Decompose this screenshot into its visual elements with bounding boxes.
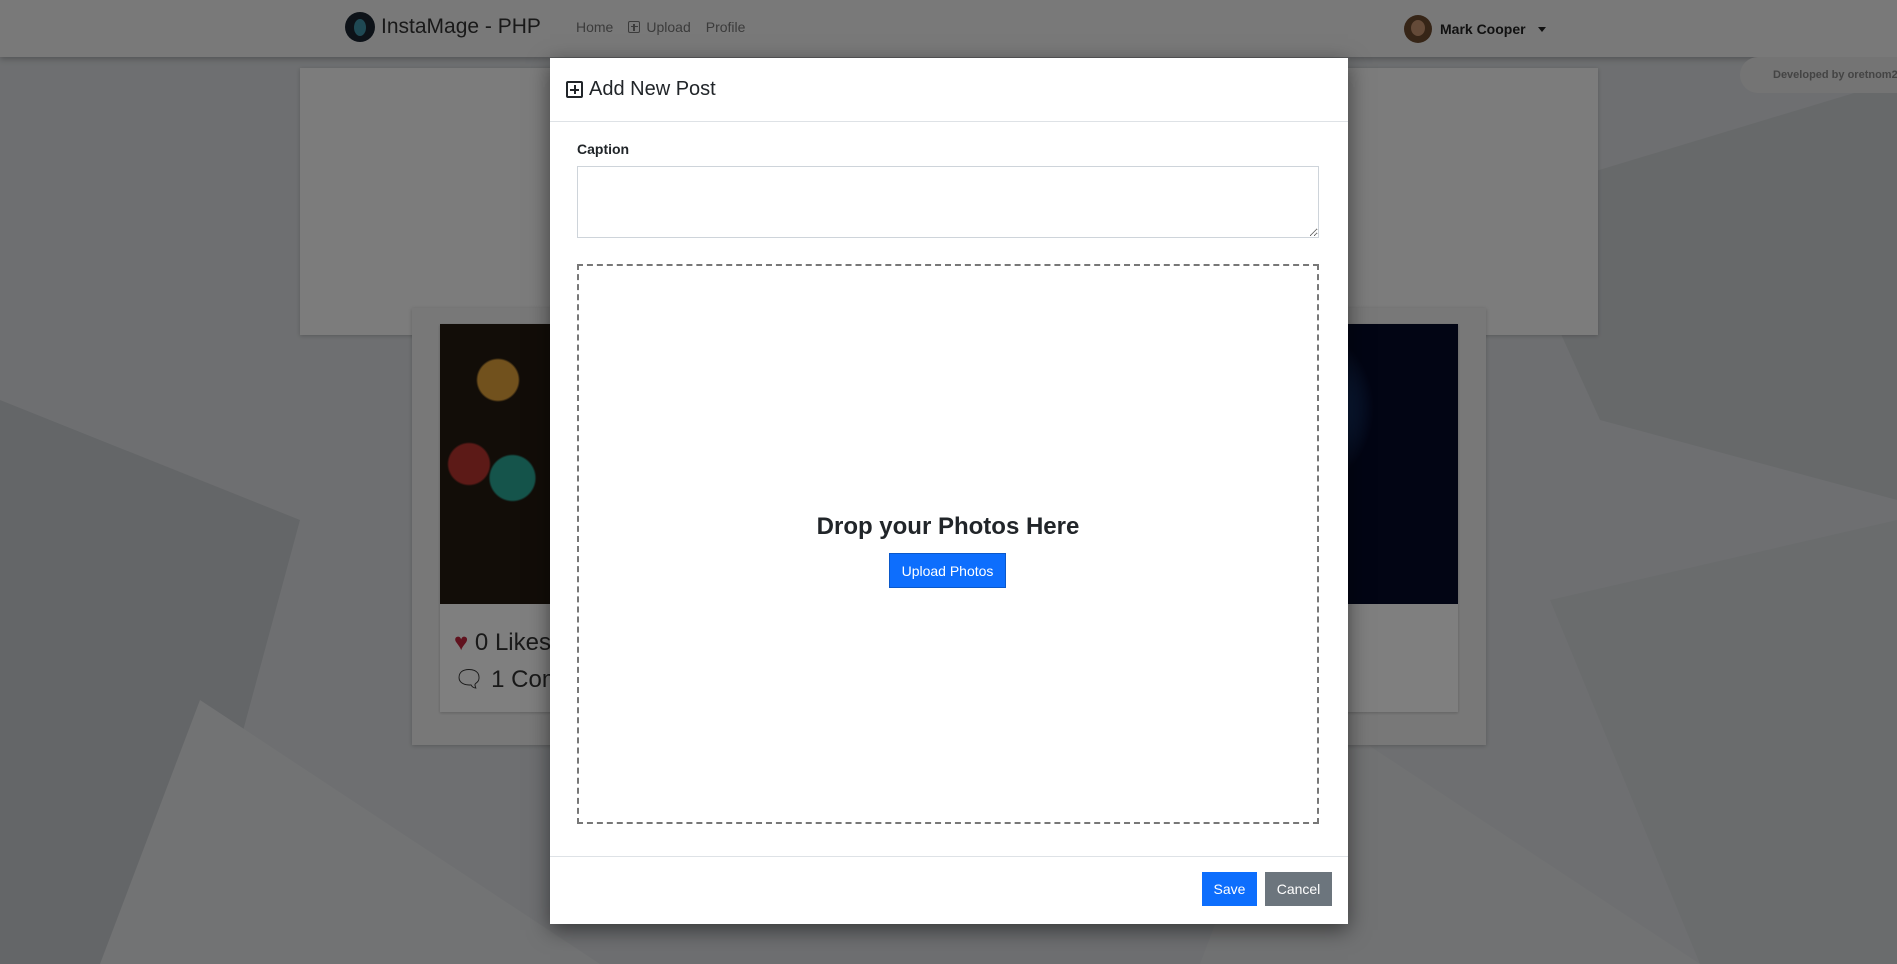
plus-square-icon [566, 81, 583, 98]
cancel-button[interactable]: Cancel [1265, 872, 1332, 906]
caption-label: Caption [577, 141, 630, 157]
modal-header: Add New Post [550, 58, 1348, 122]
modal-title-text: Add New Post [589, 78, 716, 100]
photo-dropzone[interactable]: Drop your Photos Here Upload Photos [577, 264, 1319, 824]
caption-input[interactable] [577, 166, 1319, 238]
modal-title: Add New Post [566, 78, 716, 101]
upload-photos-button[interactable]: Upload Photos [889, 553, 1006, 588]
modal-footer: Save Cancel [550, 856, 1348, 925]
save-button[interactable]: Save [1202, 872, 1257, 906]
add-post-modal: Add New Post Caption Drop your Photos He… [550, 58, 1348, 924]
dropzone-title: Drop your Photos Here [816, 513, 1080, 540]
